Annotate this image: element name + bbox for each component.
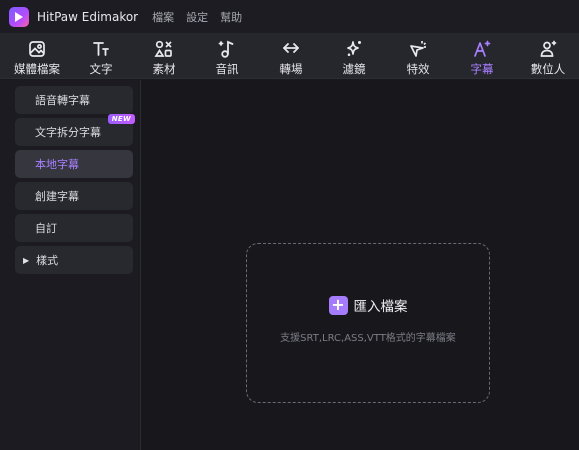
tab-audio[interactable]: 音訊 [208,33,246,79]
tab-label: 文字 [89,62,113,76]
app-logo-icon [9,6,29,27]
expand-triangle-icon[interactable]: ▶ [23,256,29,265]
sidebar-item-label: 創建字幕 [35,190,79,203]
sidebar-item-local-subtitle[interactable]: 本地字幕 [15,150,133,178]
sidebar-item-style[interactable]: ▶ 樣式 [15,246,133,274]
sidebar-item-custom[interactable]: 自訂 [15,214,133,242]
import-hint: 支援SRT,LRC,ASS,VTT格式的字幕檔案 [280,333,456,344]
tab-label: 媒體檔案 [14,62,60,76]
menu-file[interactable]: 檔案 [152,9,174,25]
new-badge: NEW [107,114,135,124]
menu-settings[interactable]: 設定 [186,9,208,25]
transition-icon [280,38,302,60]
assets-icon [154,38,174,60]
effects-icon [408,38,428,60]
tab-assets[interactable]: 素材 [145,33,183,79]
tab-label: 特效 [406,62,430,76]
import-button[interactable]: + 匯入檔案 [247,295,489,315]
tab-transition[interactable]: 轉場 [272,33,310,79]
tab-label: 數位人 [530,62,566,76]
subtitles-icon [472,38,492,60]
plus-icon: + [328,295,348,315]
audio-icon [217,38,237,60]
digital-human-icon [538,38,558,60]
tab-subtitles[interactable]: 字幕 [463,33,501,79]
menu-help[interactable]: 幫助 [220,9,242,25]
tab-label: 濾鏡 [342,62,366,76]
tab-media-files[interactable]: 媒體檔案 [9,33,65,79]
app-name: HitPaw Edimakor [37,9,139,24]
tab-label: 轉場 [279,62,303,76]
tab-label: 字幕 [470,62,494,76]
sidebar-item-label: 自訂 [35,222,57,235]
media-files-icon [27,38,47,60]
tab-filter[interactable]: 濾鏡 [335,33,373,79]
tab-text[interactable]: 文字 [82,33,120,79]
text-icon [91,38,111,60]
sidebar-item-label: 本地字幕 [35,158,79,171]
sidebar-item-label: 樣式 [36,254,59,267]
import-dropzone[interactable]: + 匯入檔案 支援SRT,LRC,ASS,VTT格式的字幕檔案 [246,243,490,403]
import-label: 匯入檔案 [353,299,408,315]
subtitle-sidebar: 語音轉字幕 文字拆分字幕 NEW 本地字幕 創建字幕 自訂 ▶ 樣式 [0,80,141,450]
tab-effects[interactable]: 特效 [399,33,437,79]
tab-label: 音訊 [215,62,239,76]
tab-label: 素材 [152,62,176,76]
sidebar-item-label: 文字拆分字幕 [35,126,101,139]
sidebar-item-speech-to-subtitle[interactable]: 語音轉字幕 [15,86,133,114]
sidebar-item-label: 語音轉字幕 [35,94,90,107]
title-bar: HitPaw Edimakor 檔案 設定 幫助 [0,0,579,33]
filter-icon [344,38,364,60]
tab-digital-human[interactable]: 數位人 [526,33,570,79]
main-panel: + 匯入檔案 支援SRT,LRC,ASS,VTT格式的字幕檔案 [142,80,579,450]
main-toolbar: 媒體檔案 文字 素材 音訊 轉場 濾鏡 特效 字幕 數位人 [0,33,579,79]
sidebar-item-create-subtitle[interactable]: 創建字幕 [15,182,133,210]
sidebar-item-text-split-subtitle[interactable]: 文字拆分字幕 NEW [15,114,135,146]
